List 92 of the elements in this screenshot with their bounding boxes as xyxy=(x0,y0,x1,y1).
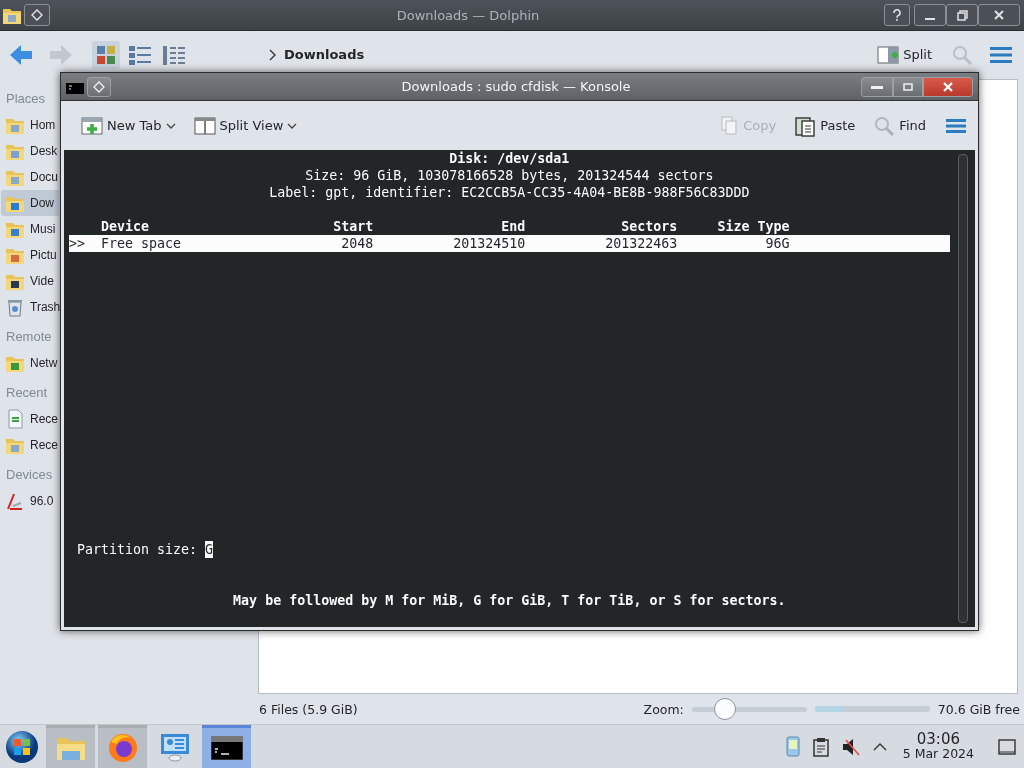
phone-icon[interactable] xyxy=(784,735,801,758)
table-cell-text: 2048 xyxy=(340,235,374,252)
column-header: Start xyxy=(332,218,374,235)
chevron-up-icon[interactable] xyxy=(872,741,887,752)
close-icon xyxy=(994,10,1004,20)
minimize-button[interactable] xyxy=(861,76,893,97)
column-header: Sectors xyxy=(620,218,678,235)
file-count: 6 Files (5.9 GiB) xyxy=(259,701,358,717)
sidebar-item[interactable]: Vide xyxy=(1,268,59,294)
hint-text: May be followed by M for MiB, G for GiB, T for TiB, or S for sectors. xyxy=(232,592,787,609)
minimize-button[interactable] xyxy=(914,4,946,26)
folder-icon xyxy=(55,735,86,761)
close-button[interactable] xyxy=(978,4,1020,26)
sidebar-item[interactable]: Desk xyxy=(1,138,59,164)
drive-icon xyxy=(5,491,25,511)
terminal-icon xyxy=(210,736,243,760)
paste-button[interactable]: Paste xyxy=(792,112,858,139)
close-button[interactable] xyxy=(923,76,973,97)
column-header: Device xyxy=(101,218,151,235)
sidebar-item[interactable]: Trash xyxy=(1,294,59,320)
icon-view-icon[interactable] xyxy=(92,40,120,69)
window-title: Downloads : sudo cfdisk — Konsole xyxy=(400,79,632,94)
disk-info-line: Label: gpt, identifier: EC2CCB5A-CC35-4A04-BE8B-988F56C83DDD xyxy=(268,184,751,201)
trash-icon xyxy=(5,297,25,317)
window-title: Downloads — Dolphin xyxy=(395,7,541,23)
table-row[interactable]: >> Free space 2048 201324510 201322463 96G xyxy=(69,235,950,252)
disk-info-line: Size: 96 GiB, 103078166528 bytes, 201324544 sectors xyxy=(304,167,715,184)
section-heading: Devices xyxy=(5,466,54,484)
split-view-button[interactable]: Split View xyxy=(191,113,300,138)
question-icon xyxy=(892,9,902,21)
table-cell-text: 201322463 xyxy=(604,235,678,252)
breadcrumb-item[interactable]: Downloads xyxy=(284,47,365,62)
column-header: Size xyxy=(716,218,750,235)
maximize-icon xyxy=(903,82,913,91)
zoom-label: Zoom: xyxy=(643,701,684,717)
sidebar-item[interactable]: Rece xyxy=(1,432,59,458)
split-view-icon xyxy=(193,115,216,136)
sidebar-item[interactable]: Docu xyxy=(1,164,59,190)
document-icon xyxy=(5,409,25,429)
new-tab-icon xyxy=(81,115,103,136)
clipboard-icon xyxy=(794,114,817,137)
split-view-icon xyxy=(877,44,900,65)
taskbar-app[interactable] xyxy=(98,725,147,768)
clipboard-icon[interactable] xyxy=(812,736,829,757)
row-marker: >> xyxy=(69,235,86,252)
terminal-icon xyxy=(66,79,84,94)
muted-speaker-icon[interactable] xyxy=(840,736,861,757)
copy-icon xyxy=(719,115,740,136)
sidebar-item[interactable]: Musi xyxy=(1,216,59,242)
split-button[interactable]: Split xyxy=(873,41,936,68)
sidebar-item[interactable]: Hom xyxy=(1,112,59,138)
sidebar-item[interactable]: Dow xyxy=(1,190,59,216)
diamond-icon xyxy=(31,9,43,21)
sidebar-item[interactable]: 96.0 xyxy=(1,488,59,514)
clock-date: 5 Mar 2024 xyxy=(902,748,974,761)
window-menu-button[interactable] xyxy=(24,4,50,26)
disk-info-line: Disk: /dev/sda1 xyxy=(448,150,571,167)
show-desktop-icon[interactable] xyxy=(998,738,1016,755)
window-menu-button[interactable] xyxy=(87,76,111,97)
column-header: End xyxy=(500,218,526,235)
diamond-icon xyxy=(93,80,105,93)
start-menu-icon[interactable] xyxy=(5,729,39,764)
section-heading: Recent xyxy=(5,384,49,402)
zoom-slider-thumb[interactable] xyxy=(714,697,737,720)
help-button[interactable] xyxy=(884,4,910,26)
free-space-label: 70.6 GiB free xyxy=(937,701,1020,717)
search-icon xyxy=(873,114,896,137)
minimize-icon xyxy=(925,18,935,20)
input-field[interactable]: G xyxy=(205,541,214,558)
table-cell-text: 201324510 xyxy=(452,235,526,252)
table-cell-text: 96G xyxy=(764,235,790,252)
table-cell-text: Free space xyxy=(101,235,183,252)
browser-icon xyxy=(106,732,139,764)
close-icon xyxy=(943,81,953,92)
sidebar-item[interactable]: Netw xyxy=(1,350,59,376)
restore-icon xyxy=(956,9,968,21)
maximize-button[interactable] xyxy=(893,76,923,97)
maximize-button[interactable] xyxy=(946,4,978,26)
chevron-right-icon xyxy=(268,48,276,61)
sidebar-item[interactable]: Pictu xyxy=(1,242,59,268)
prompt-label: Partition size: xyxy=(77,541,198,558)
taskbar-app[interactable] xyxy=(202,725,251,768)
menu-icon[interactable] xyxy=(946,117,966,134)
section-heading: Places xyxy=(5,90,47,108)
sidebar-item[interactable]: Rece xyxy=(1,406,59,432)
monitor-icon xyxy=(158,731,191,762)
section-heading: Remote xyxy=(5,328,53,346)
find-button[interactable]: Find xyxy=(871,112,928,139)
menu-icon[interactable] xyxy=(990,45,1012,64)
new-tab-button[interactable]: New Tab xyxy=(79,113,178,138)
column-header: Type xyxy=(757,218,790,235)
clock-time: 03:06 xyxy=(916,732,960,748)
